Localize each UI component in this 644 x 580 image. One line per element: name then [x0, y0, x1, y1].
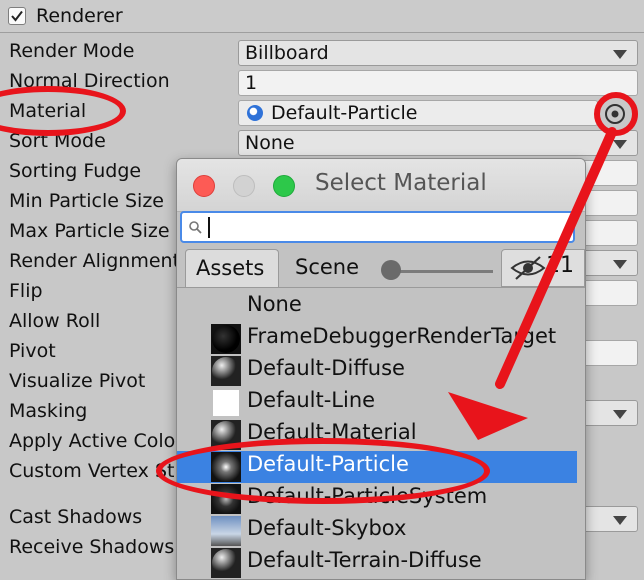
annotation-arrow [448, 127, 617, 440]
